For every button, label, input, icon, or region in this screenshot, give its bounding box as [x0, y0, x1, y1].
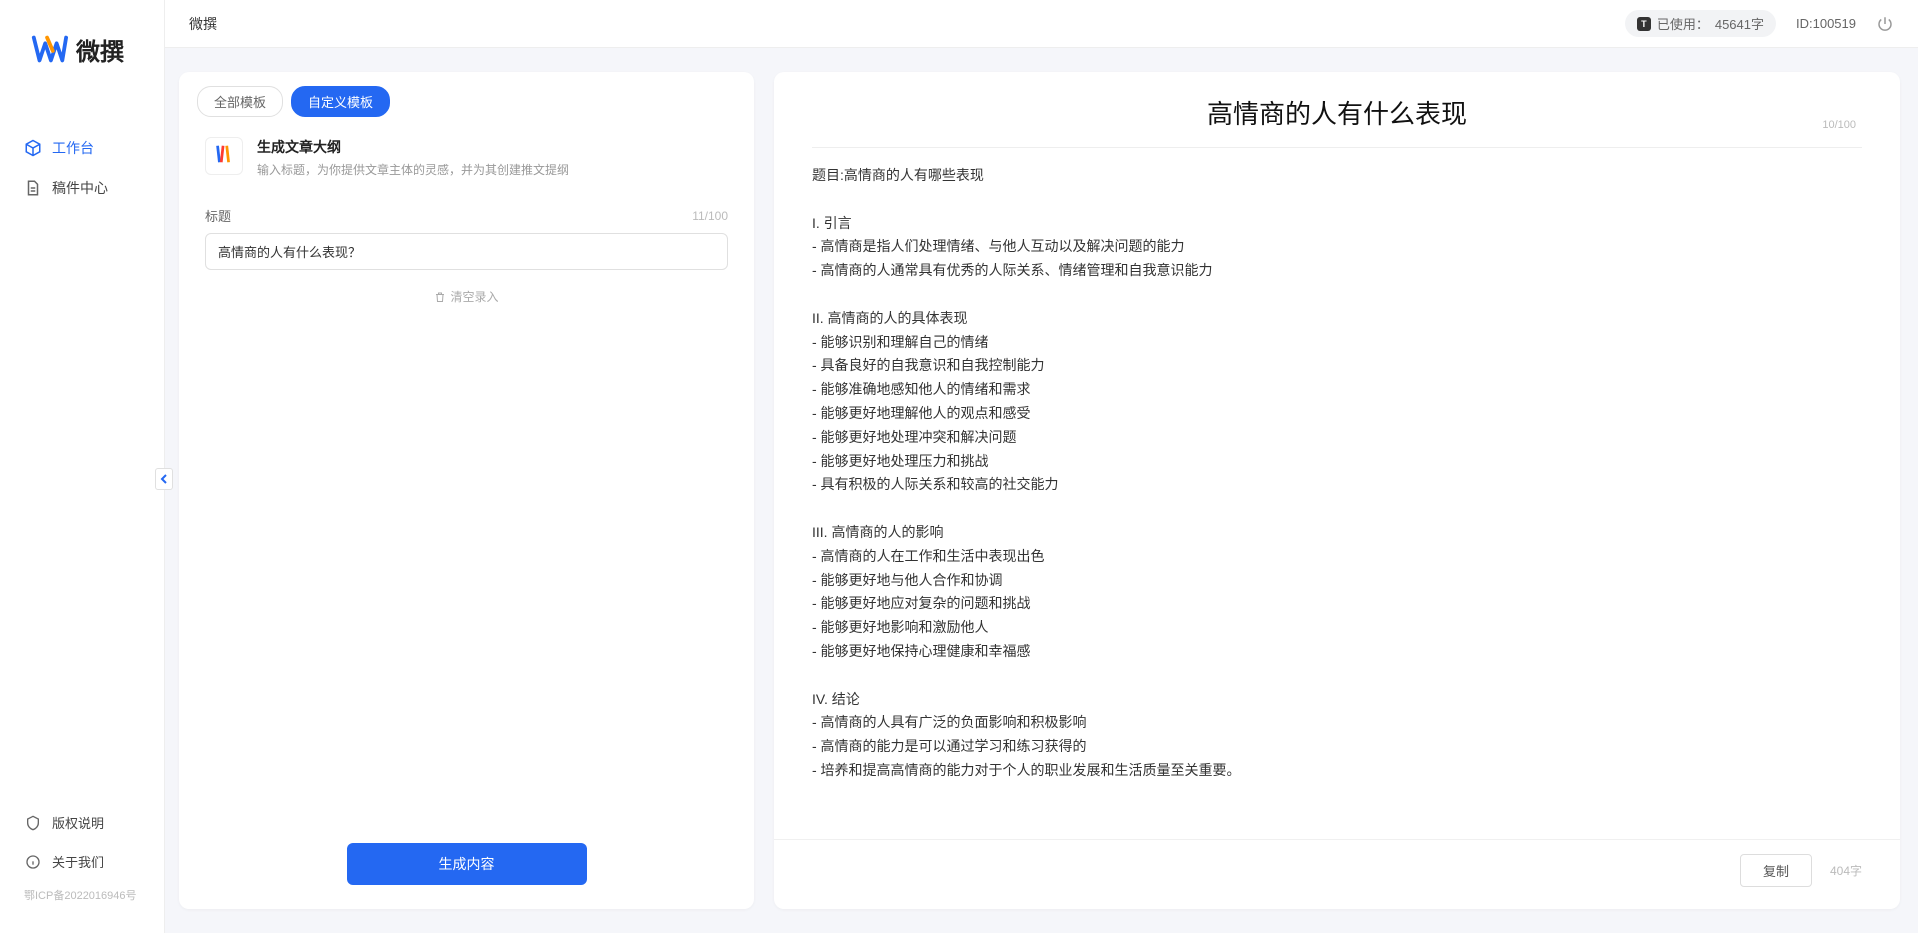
word-count: 404字 [1830, 862, 1862, 879]
clear-label: 清空录入 [450, 288, 498, 305]
trash-icon [434, 291, 446, 303]
title-counter: 11/100 [692, 209, 728, 223]
main-nav: 工作台 稿件中心 [0, 98, 164, 803]
sidebar-item-about[interactable]: 关于我们 [0, 842, 164, 881]
logo-icon [30, 30, 68, 68]
output-title: 高情商的人有什么表现 [812, 94, 1862, 131]
cube-icon [24, 139, 42, 157]
output-body: 题目:高情商的人有哪些表现 I. 引言 - 高情商是指人们处理情绪、与他人互动以… [774, 148, 1900, 839]
sidebar-bottom: 版权说明 关于我们 鄂ICP备2022016946号 [0, 803, 164, 933]
tab-all-templates[interactable]: 全部模板 [197, 86, 283, 117]
logo: 微撰 [0, 0, 164, 98]
text-icon: T [1637, 17, 1651, 31]
template-tabs: 全部模板 自定义模板 [179, 72, 754, 127]
tab-custom-templates[interactable]: 自定义模板 [291, 86, 390, 117]
template-desc: 输入标题，为你提供文章主体的灵感，并为其创建推文提纲 [257, 161, 569, 178]
sidebar-item-workbench[interactable]: 工作台 [0, 128, 164, 168]
info-icon [24, 853, 42, 871]
copy-button[interactable]: 复制 [1740, 854, 1812, 887]
chevron-left-icon [159, 474, 169, 484]
nav-label: 关于我们 [52, 852, 104, 871]
template-title: 生成文章大纲 [257, 137, 569, 157]
clear-input-button[interactable]: 清空录入 [205, 288, 728, 305]
usage-badge: T 已使用： 45641字 [1625, 10, 1776, 37]
template-icon [205, 137, 243, 175]
collapse-sidebar-button[interactable] [155, 468, 173, 490]
shield-icon [24, 814, 42, 832]
document-icon [24, 179, 42, 197]
icp-text: 鄂ICP备2022016946号 [0, 881, 164, 913]
title-input[interactable] [205, 233, 728, 270]
output-panel: 高情商的人有什么表现 10/100 题目:高情商的人有哪些表现 I. 引言 - … [774, 72, 1900, 909]
usage-value: 45641字 [1715, 14, 1764, 33]
title-label: 标题 [205, 206, 231, 225]
nav-label: 稿件中心 [52, 178, 108, 198]
topbar: 微撰 T 已使用： 45641字 ID:100519 [165, 0, 1918, 48]
nav-label: 工作台 [52, 138, 94, 158]
page-title: 微撰 [189, 14, 217, 34]
books-icon [213, 143, 235, 170]
template-card: 生成文章大纲 输入标题，为你提供文章主体的灵感，并为其创建推文提纲 [179, 127, 754, 196]
nav-label: 版权说明 [52, 813, 104, 832]
sidebar-item-drafts[interactable]: 稿件中心 [0, 168, 164, 208]
output-title-counter: 10/100 [1822, 119, 1856, 131]
input-panel: 全部模板 自定义模板 生成文章大纲 输入标题，为你提供文章主体的灵感，并为其创建… [179, 72, 754, 909]
usage-label: 已使用： [1657, 14, 1709, 33]
sidebar-item-copyright[interactable]: 版权说明 [0, 803, 164, 842]
logo-text: 微撰 [76, 32, 124, 67]
power-icon[interactable] [1876, 15, 1894, 33]
generate-button[interactable]: 生成内容 [347, 843, 587, 885]
sidebar: 微撰 工作台 稿件中心 版权说明 [0, 0, 165, 933]
user-id: ID:100519 [1796, 16, 1856, 31]
